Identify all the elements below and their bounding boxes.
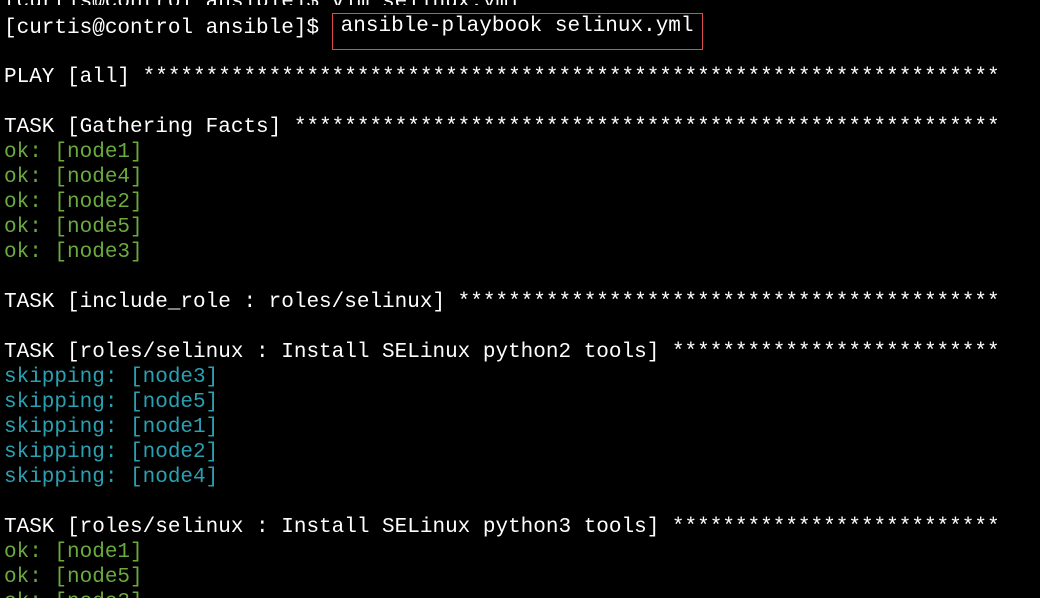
blank-line <box>4 265 1036 290</box>
blank-line <box>4 90 1036 115</box>
play-header: PLAY [all] *****************************… <box>4 65 1036 90</box>
task-gathering-facts: TASK [Gathering Facts] *****************… <box>4 115 1036 140</box>
ok-result-partial: ok: [node3] <box>4 590 1036 598</box>
skipping-result: skipping: [node1] <box>4 415 1036 440</box>
ok-result: ok: [node3] <box>4 240 1036 265</box>
terminal-prompt-line[interactable]: [curtis@control ansible]$ ansible-playbo… <box>4 15 1036 40</box>
task-install-py3: TASK [roles/selinux : Install SELinux py… <box>4 515 1036 540</box>
skipping-result: skipping: [node4] <box>4 465 1036 490</box>
ok-result: ok: [node5] <box>4 565 1036 590</box>
task-install-py2: TASK [roles/selinux : Install SELinux py… <box>4 340 1036 365</box>
skipping-result: skipping: [node2] <box>4 440 1036 465</box>
command-highlight-box: ansible-playbook selinux.yml <box>332 13 703 50</box>
ok-result: ok: [node5] <box>4 215 1036 240</box>
prev-command-fragment: [curtis@control ansible]$ vim selinux.ym… <box>4 0 521 5</box>
command-text: ansible-playbook selinux.yml <box>341 15 694 38</box>
ok-result: ok: [node1] <box>4 140 1036 165</box>
terminal-line-truncated: [curtis@control ansible]$ vim selinux.ym… <box>4 0 1036 5</box>
blank-line <box>4 315 1036 340</box>
blank-line <box>4 490 1036 515</box>
shell-prompt: [curtis@control ansible]$ <box>4 17 332 40</box>
skipping-result: skipping: [node3] <box>4 365 1036 390</box>
ok-result: ok: [node1] <box>4 540 1036 565</box>
ok-result: ok: [node4] <box>4 165 1036 190</box>
task-include-role: TASK [include_role : roles/selinux] ****… <box>4 290 1036 315</box>
ok-result: ok: [node2] <box>4 190 1036 215</box>
skipping-result: skipping: [node5] <box>4 390 1036 415</box>
